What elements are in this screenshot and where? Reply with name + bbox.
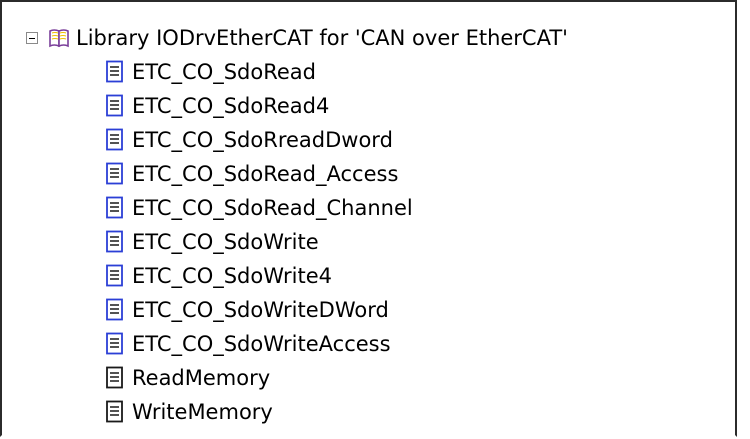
- library-book-icon: [49, 29, 69, 48]
- tree-item-label: ETC_CO_SdoWrite4: [132, 264, 333, 288]
- tree-item-readmemory[interactable]: ReadMemory: [105, 361, 413, 395]
- tree-item-label: ETC_CO_SdoRead_Channel: [132, 196, 413, 220]
- tree-item-label: ETC_CO_SdoWriteDWord: [132, 298, 389, 322]
- tree-item-label: ETC_CO_SdoRead4: [132, 94, 330, 118]
- tree-item-writememory[interactable]: WriteMemory: [105, 395, 413, 429]
- document-icon: [106, 298, 123, 321]
- document-icon: [106, 94, 123, 117]
- tree-item-etc-co-sdowritedword[interactable]: ETC_CO_SdoWriteDWord: [105, 293, 413, 327]
- collapse-toggle-icon[interactable]: [26, 32, 38, 44]
- tree-item-label: ETC_CO_SdoRead_Access: [132, 162, 399, 186]
- document-icon: [106, 400, 123, 423]
- document-icon: [106, 162, 123, 185]
- document-icon: [106, 128, 123, 151]
- tree-panel: Library IODrvEtherCAT for 'CAN over Ethe…: [0, 0, 737, 437]
- document-icon: [106, 60, 123, 83]
- tree-item-label: ETC_CO_SdoRreadDword: [132, 128, 393, 152]
- document-icon: [106, 196, 123, 219]
- document-icon: [106, 230, 123, 253]
- document-icon: [106, 264, 123, 287]
- document-icon: [106, 366, 123, 389]
- library-title[interactable]: Library IODrvEtherCAT for 'CAN over Ethe…: [76, 22, 568, 54]
- tree-item-label: ETC_CO_SdoWrite: [132, 230, 319, 254]
- tree-item-etc-co-sdowriteaccess[interactable]: ETC_CO_SdoWriteAccess: [105, 327, 413, 361]
- tree-item-etc-co-sdoread-access[interactable]: ETC_CO_SdoRead_Access: [105, 157, 413, 191]
- tree-item-label: WriteMemory: [132, 400, 273, 424]
- document-icon: [106, 332, 123, 355]
- tree-item-etc-co-sdowrite4[interactable]: ETC_CO_SdoWrite4: [105, 259, 413, 293]
- tree-item-label: ReadMemory: [132, 366, 271, 390]
- tree-item-label: ETC_CO_SdoRead: [132, 60, 316, 84]
- tree-item-etc-co-sdoread-channel[interactable]: ETC_CO_SdoRead_Channel: [105, 191, 413, 225]
- tree-root-row[interactable]: Library IODrvEtherCAT for 'CAN over Ethe…: [26, 22, 568, 54]
- tree-item-etc-co-sdorreaddword[interactable]: ETC_CO_SdoRreadDword: [105, 123, 413, 157]
- tree-item-etc-co-sdoread4[interactable]: ETC_CO_SdoRead4: [105, 89, 413, 123]
- tree-children: ETC_CO_SdoRead ETC_CO_SdoRead4 ETC_CO_Sd…: [105, 55, 413, 429]
- tree-item-etc-co-sdoread[interactable]: ETC_CO_SdoRead: [105, 55, 413, 89]
- tree-item-etc-co-sdowrite[interactable]: ETC_CO_SdoWrite: [105, 225, 413, 259]
- tree-item-label: ETC_CO_SdoWriteAccess: [132, 332, 391, 356]
